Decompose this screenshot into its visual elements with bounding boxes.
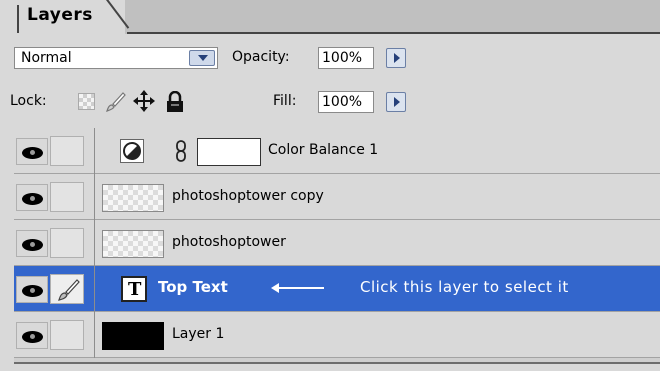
blend-mode-value: Normal [21, 50, 72, 66]
column-divider [94, 174, 95, 220]
arrow-right-icon [394, 53, 400, 63]
tab-baseline [127, 32, 660, 34]
visibility-toggle[interactable] [16, 138, 48, 165]
opacity-slider-button[interactable] [386, 48, 406, 68]
blend-mode-select[interactable]: Normal [14, 47, 218, 69]
layer-row[interactable]: photoshoptower copy [14, 174, 660, 220]
tab-strip: Layers [0, 0, 660, 34]
layer-link-cell[interactable] [50, 228, 84, 258]
chevron-down-icon [198, 55, 208, 61]
opacity-label: Opacity: [232, 49, 290, 65]
lock-image-brush-icon[interactable] [104, 91, 126, 113]
annotation-text: Click this layer to select it [360, 278, 569, 296]
fill-label: Fill: [273, 93, 297, 109]
layers-list: Color Balance 1 photoshoptower copy phot… [14, 128, 660, 362]
blend-mode-dropdown-button[interactable] [189, 50, 215, 66]
lock-position-move-icon[interactable] [133, 90, 155, 112]
layer-mask-thumbnail[interactable] [197, 138, 261, 166]
layer-row[interactable]: Layer 1 [14, 312, 660, 358]
eye-icon [22, 147, 43, 159]
eye-icon [22, 239, 43, 251]
lock-transparent-icon[interactable] [78, 93, 95, 110]
tab-layers-label: Layers [27, 5, 93, 25]
eye-icon [22, 193, 43, 205]
visibility-toggle[interactable] [16, 230, 48, 257]
fill-value: 100% [322, 94, 363, 110]
layers-panel: Layers Normal Opacity: 100% Lock: Fill: [0, 0, 660, 371]
arrow-right-icon [394, 97, 400, 107]
brush-icon [58, 279, 80, 301]
layer-link-cell[interactable] [50, 182, 84, 212]
layer-thumbnail [102, 184, 164, 212]
layer-link-cell[interactable] [50, 274, 84, 304]
eye-icon [22, 331, 43, 343]
fill-input[interactable]: 100% [318, 91, 374, 113]
layer-link-cell[interactable] [50, 320, 84, 350]
lock-all-padlock-icon[interactable] [165, 91, 185, 113]
layer-name: photoshoptower [172, 234, 286, 250]
panel-bottom-border [14, 362, 660, 364]
tab-layers[interactable]: Layers [0, 0, 125, 34]
column-divider [94, 128, 95, 174]
column-divider [94, 266, 95, 312]
fill-slider-button[interactable] [386, 92, 406, 112]
layer-row[interactable]: Color Balance 1 [14, 128, 660, 174]
layer-thumbnail [102, 322, 164, 350]
lock-label: Lock: [10, 93, 47, 109]
layer-name: Color Balance 1 [268, 142, 379, 158]
visibility-toggle[interactable] [16, 322, 48, 349]
eye-icon [22, 285, 43, 297]
column-divider [94, 220, 95, 266]
layer-name: Layer 1 [172, 326, 225, 342]
layer-name: photoshoptower copy [172, 188, 324, 204]
arrow-left-icon [271, 283, 324, 293]
layer-row[interactable]: photoshoptower [14, 220, 660, 266]
layer-name: Top Text [158, 278, 228, 296]
layer-row-selected[interactable]: T Top Text Click this layer to select it [14, 266, 660, 312]
opacity-input[interactable]: 100% [318, 47, 374, 69]
text-layer-icon: T [121, 276, 147, 302]
tab-divider [17, 5, 19, 33]
adjustment-layer-icon [120, 139, 144, 163]
chain-link-icon[interactable] [175, 140, 187, 162]
visibility-toggle[interactable] [16, 276, 48, 303]
layer-link-cell[interactable] [50, 136, 84, 166]
column-divider [94, 312, 95, 358]
visibility-toggle[interactable] [16, 184, 48, 211]
layer-thumbnail [102, 230, 164, 258]
opacity-value: 100% [322, 50, 363, 66]
